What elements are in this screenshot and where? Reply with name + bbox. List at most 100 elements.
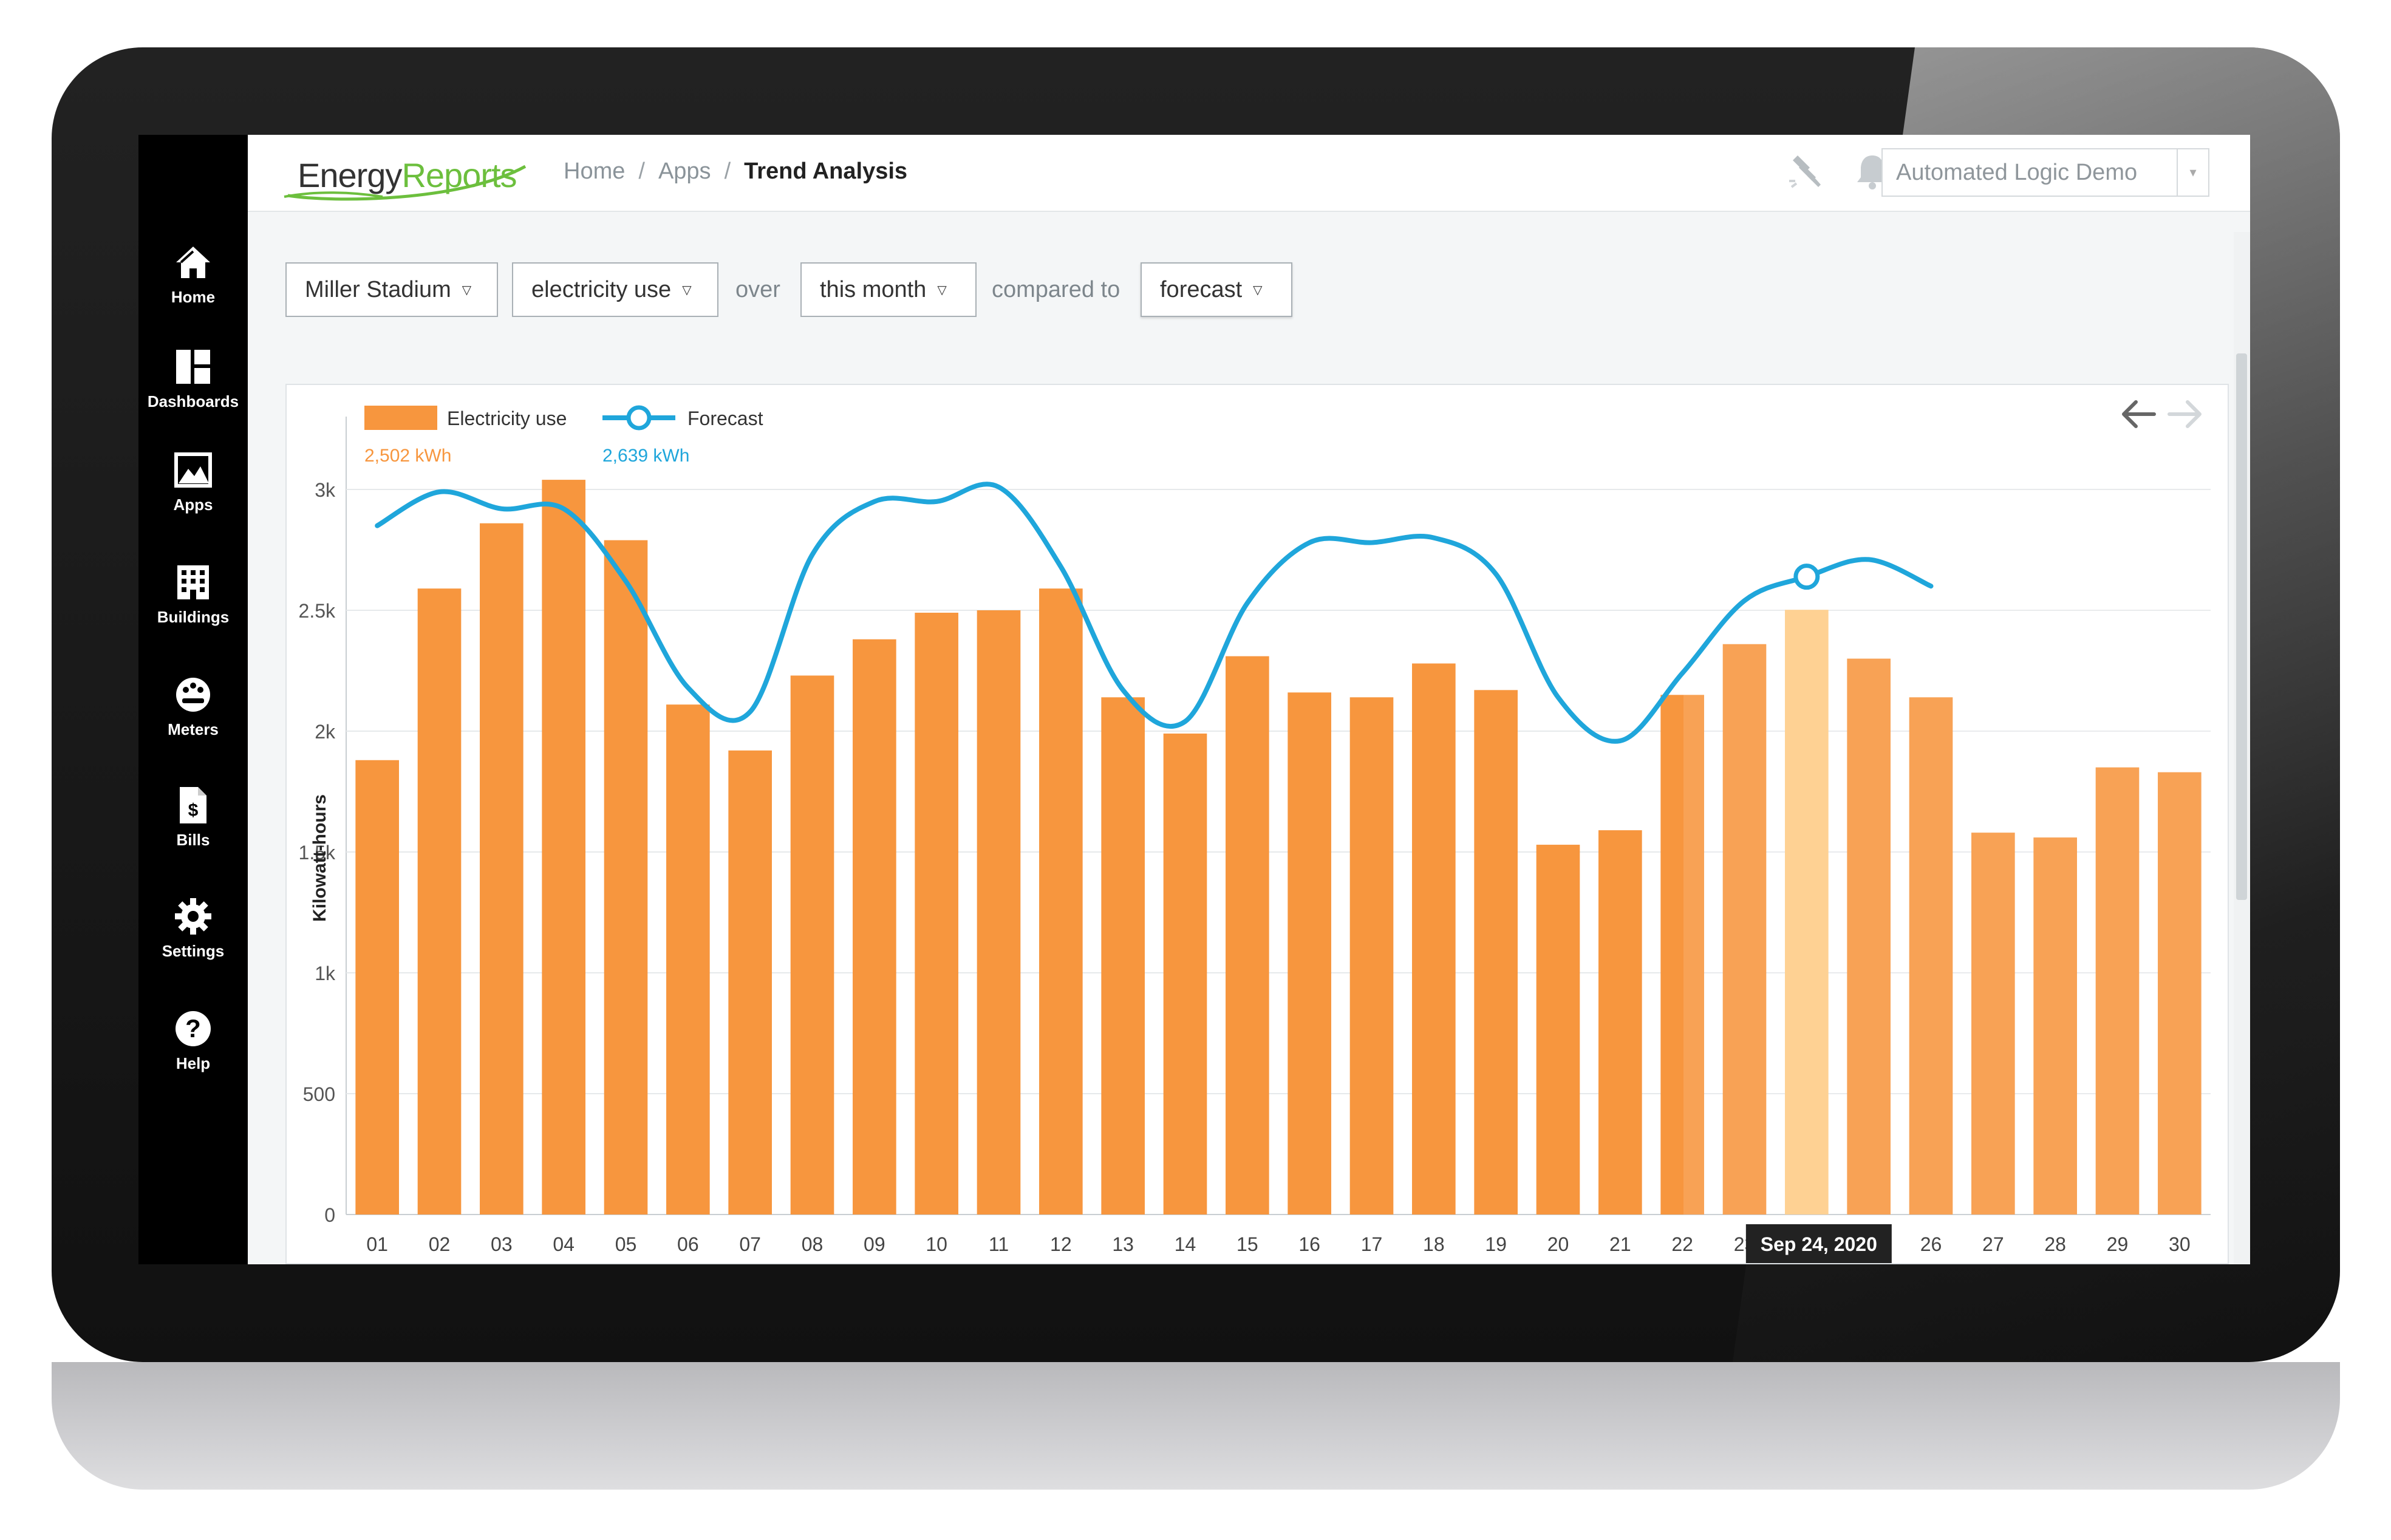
app-screen: Home Dashboards Apps Buildings Meters $ …: [138, 135, 2250, 1264]
arrow-right-icon[interactable]: [2168, 400, 2202, 428]
y-tick-label: 3k: [315, 479, 336, 501]
bar[interactable]: [977, 610, 1021, 1215]
trend-chart-card: 0 500 1k 1.5k 2k 2.5k 3k Kilowatt-hours 01 02 03 04…: [285, 384, 2229, 1264]
sidebar-item-help[interactable]: ? Help: [138, 1009, 248, 1106]
legend-label-forecast[interactable]: Forecast: [687, 407, 763, 429]
breadcrumb-home[interactable]: Home: [564, 158, 625, 185]
y-tick-label: 2k: [315, 721, 336, 743]
bar[interactable]: [1412, 663, 1456, 1215]
x-tick-label: 12: [1050, 1233, 1072, 1255]
x-tick-label: 06: [677, 1233, 699, 1255]
x-tick-label: 17: [1361, 1233, 1383, 1255]
bar[interactable]: [1598, 830, 1642, 1215]
bar[interactable]: [1288, 692, 1331, 1215]
meter-icon: [176, 678, 210, 712]
sidebar-item-home[interactable]: Home: [138, 243, 248, 340]
legend-swatch-electricity: [364, 406, 437, 430]
bar[interactable]: [355, 760, 399, 1215]
building-icon: [177, 565, 209, 599]
breadcrumb-separator: /: [638, 158, 645, 184]
x-tick-label: 19: [1485, 1233, 1507, 1255]
page-scrollbar[interactable]: [2234, 232, 2250, 1264]
x-tick-label: 10: [926, 1233, 947, 1255]
y-tick-label: 500: [303, 1083, 335, 1105]
x-tick-label: 09: [864, 1233, 885, 1255]
x-tick-label: 01: [366, 1233, 388, 1255]
gear-icon: [175, 898, 211, 935]
bar[interactable]: [1226, 656, 1269, 1215]
chevron-down-icon: ▾: [2177, 149, 2208, 196]
x-tick-label: 16: [1298, 1233, 1320, 1255]
bar[interactable]: [1163, 733, 1207, 1215]
chevron-down-icon: ▽: [1253, 283, 1263, 297]
x-tick-label: 30: [2169, 1233, 2191, 1255]
pin-icon[interactable]: [1784, 151, 1827, 193]
energyreports-logo[interactable]: EnergyReports: [279, 148, 534, 203]
sidebar-item-label: Apps: [173, 496, 213, 514]
bar[interactable]: [853, 639, 896, 1215]
x-tick-label: 28: [2044, 1233, 2066, 1255]
sidebar: Home Dashboards Apps Buildings Meters $ …: [138, 135, 248, 1264]
bar[interactable]: [728, 750, 772, 1215]
x-tick-label: 15: [1236, 1233, 1258, 1255]
site-dropdown[interactable]: Miller Stadium ▽: [285, 262, 498, 317]
y-axis-label: Kilowatt-hours: [310, 794, 330, 922]
breadcrumb-apps[interactable]: Apps: [658, 158, 711, 185]
sidebar-item-meters[interactable]: Meters: [138, 675, 248, 772]
logo-part-reports: Reports: [401, 156, 517, 194]
main-content: EnergyReports Home / Apps / Trend Analys…: [248, 135, 2250, 1264]
bar[interactable]: [666, 704, 710, 1215]
bill-icon: $: [180, 787, 206, 823]
sidebar-item-settings[interactable]: Settings: [138, 897, 248, 994]
site-dropdown-value: Miller Stadium: [305, 276, 451, 302]
top-bar: EnergyReports Home / Apps / Trend Analys…: [248, 135, 2250, 212]
x-tick-label: 27: [1982, 1233, 2004, 1255]
forecast-point-marker[interactable]: [1793, 564, 1820, 590]
page-title: Trend Analysis: [744, 158, 908, 184]
bar[interactable]: [417, 588, 462, 1215]
x-tick-label: 03: [491, 1233, 513, 1255]
breadcrumb-separator: /: [724, 158, 731, 184]
svg-text:?: ?: [185, 1014, 201, 1043]
organization-select[interactable]: Automated Logic Demo ▾: [1881, 148, 2209, 197]
period-dropdown[interactable]: this month ▽: [800, 262, 977, 317]
dashboard-icon: [176, 350, 210, 384]
x-tick-label: 13: [1112, 1233, 1134, 1255]
x-axis-tooltip-label: Sep 24, 2020: [1761, 1233, 1877, 1255]
metric-dropdown[interactable]: electricity use ▽: [512, 262, 718, 317]
chart-glare: [1683, 489, 2211, 1215]
bar[interactable]: [480, 523, 524, 1215]
x-tick-label: 05: [615, 1233, 637, 1255]
breadcrumb: Home / Apps / Trend Analysis: [564, 153, 907, 189]
x-tick-label: 02: [429, 1233, 451, 1255]
sidebar-item-bills[interactable]: $ Bills: [138, 786, 248, 883]
comparison-dropdown[interactable]: forecast ▽: [1141, 262, 1292, 317]
bar[interactable]: [1474, 690, 1518, 1215]
sidebar-item-label: Help: [176, 1054, 211, 1072]
x-tick-label: 29: [2107, 1233, 2129, 1255]
legend-label-electricity[interactable]: Electricity use: [447, 407, 567, 429]
image-icon: [174, 452, 212, 488]
sidebar-item-apps[interactable]: Apps: [138, 451, 248, 548]
sidebar-item-dashboards[interactable]: Dashboards: [138, 347, 248, 445]
sidebar-item-label: Settings: [162, 942, 225, 960]
sidebar-item-label: Home: [171, 288, 216, 306]
sidebar-item-label: Bills: [176, 831, 210, 849]
page-scrollbar-thumb[interactable]: [2236, 353, 2247, 900]
sidebar-item-label: Buildings: [157, 608, 230, 626]
trend-chart: 05001k1.5k2k2.5k3kKilowatt-hours01 02 03 04…: [299, 400, 2211, 1263]
arrow-left-icon[interactable]: [2122, 400, 2156, 428]
sidebar-item-buildings[interactable]: Buildings: [138, 563, 248, 660]
legend-readout-electricity: 2,502 kWh: [364, 446, 451, 466]
bar[interactable]: [604, 540, 648, 1215]
bar[interactable]: [1039, 588, 1083, 1215]
comparison-dropdown-value: forecast: [1160, 276, 1243, 302]
bar[interactable]: [1349, 697, 1394, 1215]
x-tick-label: 26: [1920, 1233, 1942, 1255]
chevron-down-icon: ▽: [462, 283, 472, 297]
bar[interactable]: [790, 675, 834, 1215]
bar[interactable]: [1536, 845, 1580, 1215]
bar[interactable]: [542, 480, 585, 1215]
bar[interactable]: [915, 612, 958, 1215]
bar[interactable]: [1101, 697, 1145, 1215]
